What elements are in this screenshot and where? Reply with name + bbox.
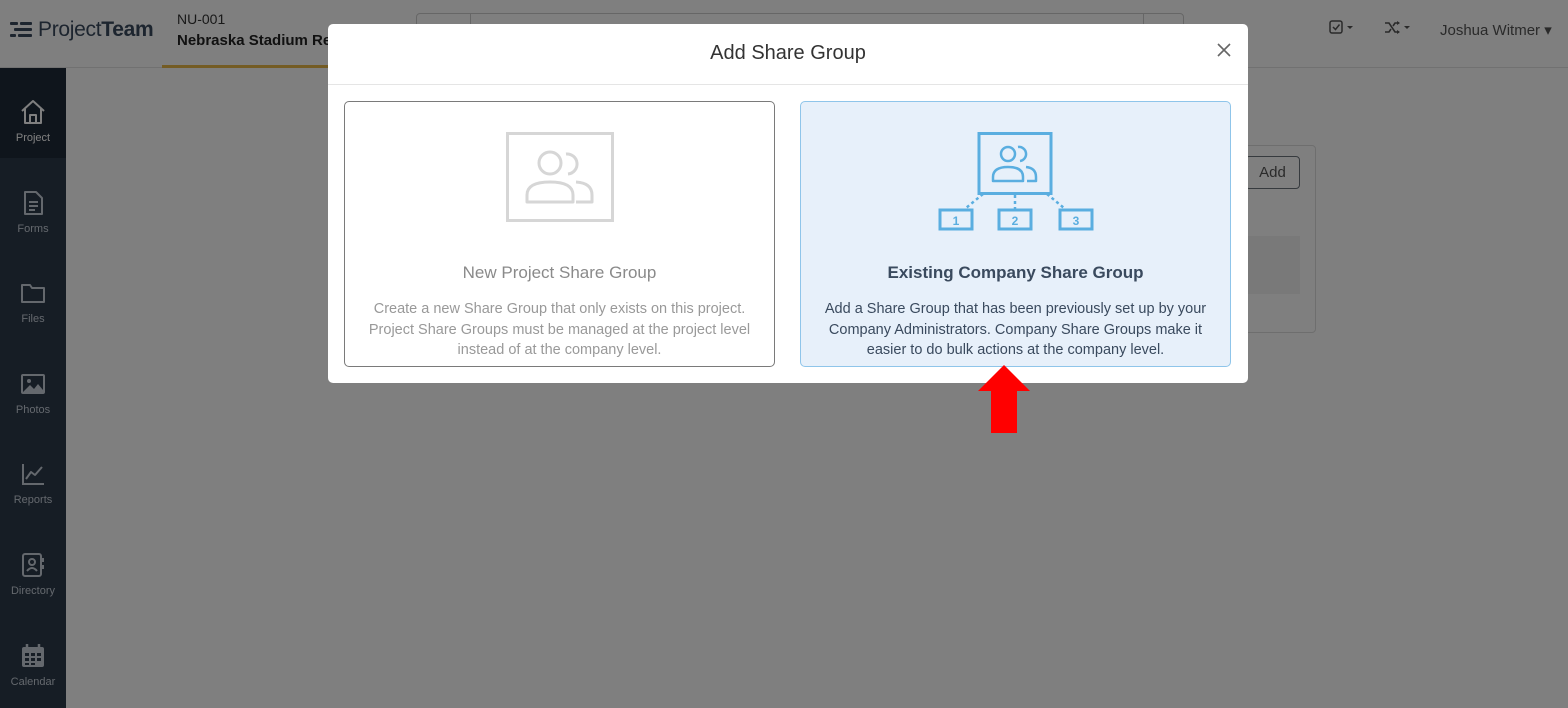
option-title: New Project Share Group xyxy=(462,263,657,282)
close-button[interactable] xyxy=(1214,40,1234,60)
option-description: Add a Share Group that has been previous… xyxy=(824,301,1207,358)
highlight-arrow-icon xyxy=(978,365,1030,433)
tier-label: 1 xyxy=(952,214,959,228)
existing-company-share-group-option[interactable]: 1 2 3 Existing Company Share Group Add a… xyxy=(800,101,1231,367)
add-share-group-modal: Add Share Group New Project Share Group … xyxy=(328,24,1248,383)
option-title: Existing Company Share Group xyxy=(887,263,1144,282)
option-description: Create a new Share Group that only exist… xyxy=(368,301,751,358)
modal-header: Add Share Group xyxy=(328,24,1248,85)
tier-label: 2 xyxy=(1011,214,1018,228)
tier-label: 3 xyxy=(1072,214,1079,228)
hierarchy-group-icon: 1 2 3 xyxy=(938,132,1093,231)
new-project-share-group-option[interactable]: New Project Share Group Create a new Sha… xyxy=(344,101,775,367)
group-users-icon xyxy=(505,132,614,222)
modal-title: Add Share Group xyxy=(710,42,866,64)
close-icon xyxy=(1217,43,1231,57)
